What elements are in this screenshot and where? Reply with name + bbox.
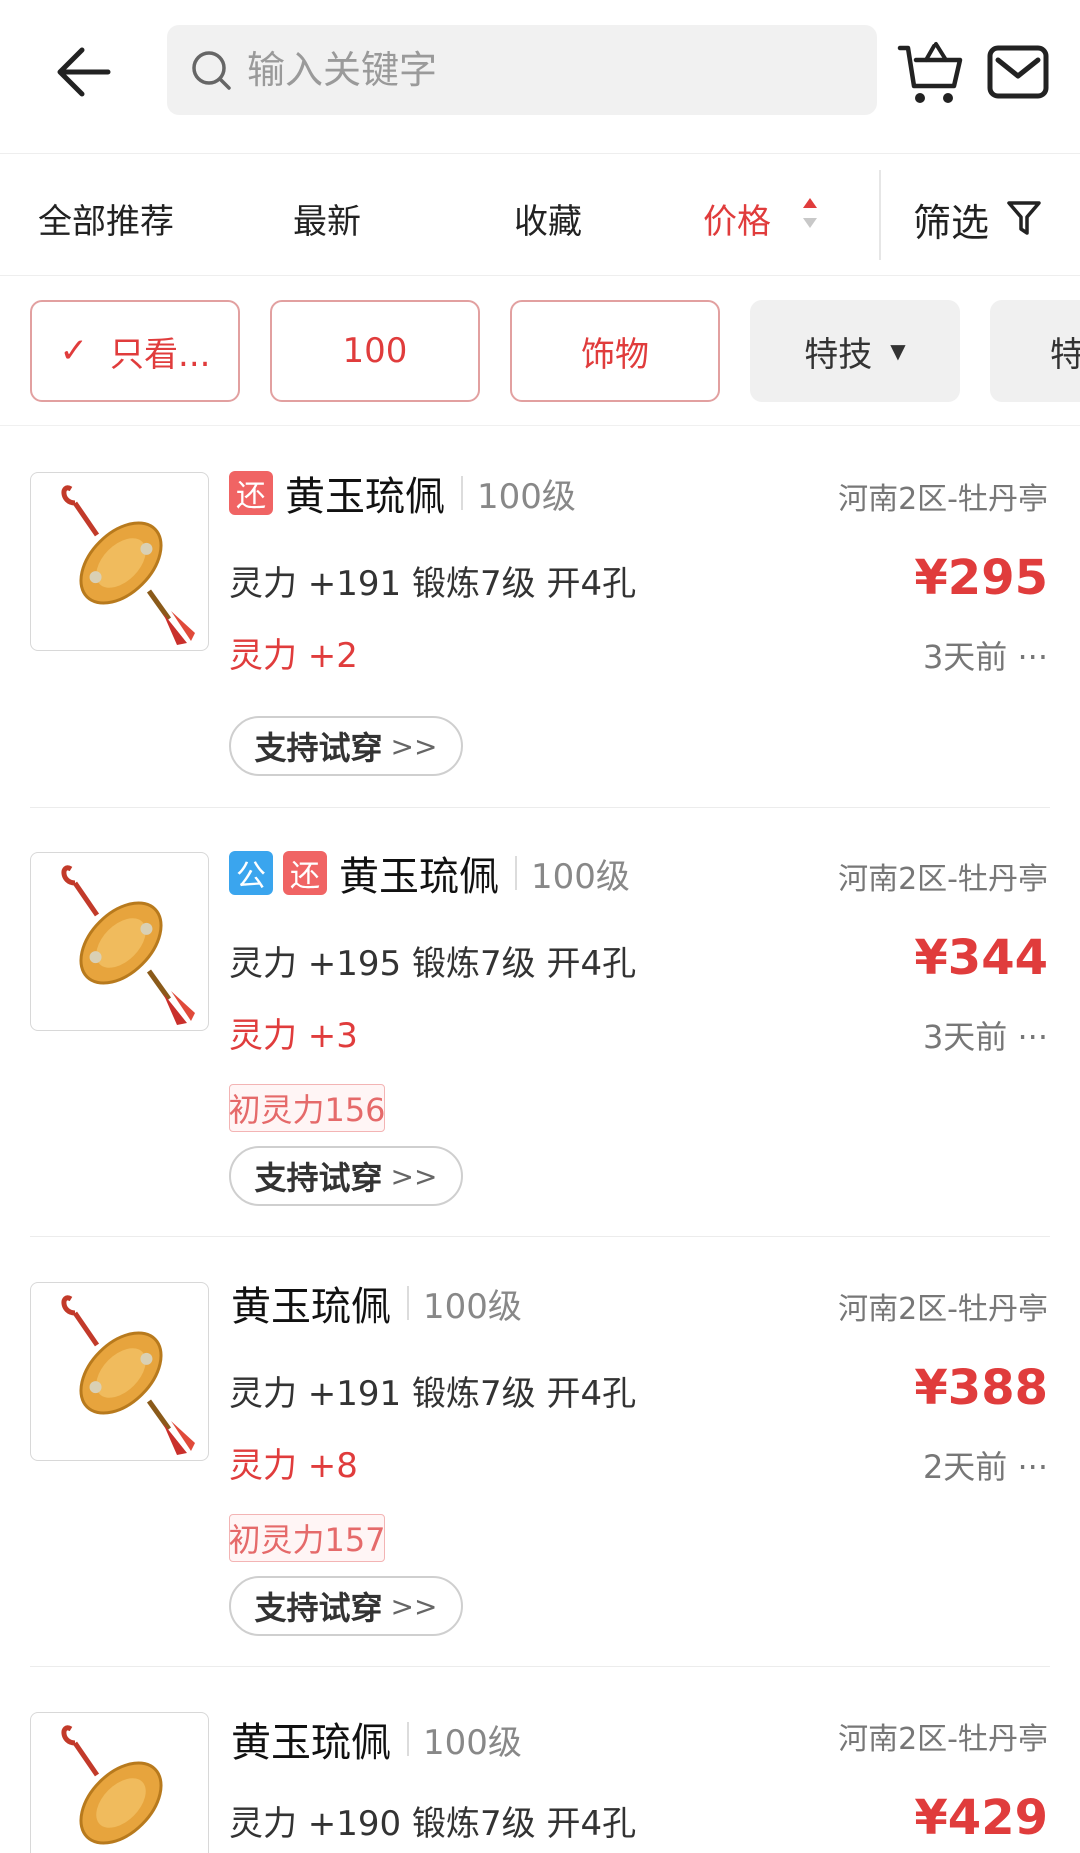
- divider: [407, 1722, 409, 1756]
- item-name: 黄玉琉佩: [285, 474, 445, 520]
- chip-label: 特技: [804, 334, 873, 375]
- divider: [30, 1236, 1050, 1237]
- quick-filter-chips: ✓ 只看... 100 饰物 特技 ▼ 特: [0, 276, 1080, 426]
- item-name: 黄玉琉佩: [231, 1284, 391, 1330]
- divider: [879, 170, 881, 260]
- item-name: 黄玉琉佩: [339, 854, 499, 900]
- item-price: ¥429: [914, 1790, 1048, 1846]
- try-on-label: 支持试穿: [254, 729, 383, 767]
- sort-bar: 全部推荐 最新 收藏 价格 筛选: [0, 154, 1080, 276]
- divider: [461, 476, 463, 510]
- item-server: 河南2区-牡丹亭: [838, 1292, 1048, 1327]
- chip-accessory[interactable]: 饰物: [510, 300, 720, 402]
- listing-item[interactable]: 还 黄玉琉佩 100级 河南2区-牡丹亭 灵力 +191 锻炼7级 开4孔 ¥2…: [0, 471, 1080, 808]
- item-server: 河南2区-牡丹亭: [838, 862, 1048, 897]
- item-thumbnail[interactable]: [30, 852, 209, 1031]
- tag-return: 还: [283, 851, 327, 895]
- chip-label: 饰物: [581, 334, 649, 375]
- cart-button[interactable]: [896, 40, 966, 108]
- tab-latest[interactable]: 最新: [293, 194, 361, 243]
- double-chevron-icon: >>: [390, 1589, 438, 1623]
- item-title-row: 公 还 黄玉琉佩 100级: [229, 846, 630, 900]
- listing-item[interactable]: 黄玉琉佩 100级 河南2区-牡丹亭 灵力 +191 锻炼7级 开4孔 ¥388…: [0, 1282, 1080, 1667]
- try-on-button[interactable]: 支持试穿 >>: [229, 716, 463, 776]
- item-price: ¥388: [914, 1360, 1048, 1416]
- search-bar[interactable]: [167, 25, 877, 115]
- item-thumbnail[interactable]: [30, 1282, 209, 1461]
- chip-only-view[interactable]: ✓ 只看...: [30, 300, 240, 402]
- sort-arrows-icon[interactable]: [800, 194, 820, 234]
- item-bonus: 灵力 +2: [229, 636, 358, 676]
- item-attributes: 灵力 +191 锻炼7级 开4孔: [229, 564, 637, 604]
- tab-all-recommended[interactable]: 全部推荐: [38, 194, 174, 243]
- try-on-label: 支持试穿: [254, 1159, 383, 1197]
- try-on-label: 支持试穿: [254, 1589, 383, 1627]
- check-icon: ✓: [59, 331, 89, 371]
- jade-pendant-image: [61, 485, 195, 645]
- back-arrow-icon: [57, 47, 111, 97]
- item-time-more[interactable]: 3天前 ···: [923, 1012, 1048, 1058]
- filter-button[interactable]: 筛选: [913, 192, 989, 247]
- divider: [30, 807, 1050, 808]
- item-bonus: 灵力 +8: [229, 1446, 358, 1486]
- item-level: 100级: [477, 476, 576, 517]
- item-thumbnail[interactable]: [30, 472, 209, 651]
- item-time-more[interactable]: 2天前 ···: [923, 1442, 1048, 1488]
- tab-price[interactable]: 价格: [703, 194, 771, 243]
- cart-icon: [897, 42, 963, 103]
- item-bonus: 灵力 +3: [229, 1016, 358, 1056]
- filter-funnel-icon[interactable]: [1006, 199, 1042, 237]
- item-attributes: 灵力 +190 锻炼7级 开4孔: [229, 1804, 637, 1844]
- chip-label: 100: [342, 331, 408, 371]
- item-thumbnail[interactable]: [30, 1712, 209, 1853]
- back-button[interactable]: [48, 36, 120, 108]
- item-title-row: 还 黄玉琉佩 100级: [229, 466, 576, 520]
- item-level: 100级: [531, 856, 630, 897]
- mail-icon: [987, 45, 1049, 99]
- item-level: 100级: [423, 1286, 522, 1327]
- item-server: 河南2区-牡丹亭: [838, 482, 1048, 517]
- item-title-row: 黄玉琉佩 100级: [229, 1276, 522, 1330]
- item-level: 100级: [423, 1722, 522, 1763]
- search-icon: [192, 51, 231, 90]
- listing-item[interactable]: 公 还 黄玉琉佩 100级 河南2区-牡丹亭 灵力 +195 锻炼7级 开4孔 …: [0, 851, 1080, 1237]
- chip-label: 只看...: [110, 334, 211, 375]
- mail-button[interactable]: [986, 44, 1050, 100]
- caret-down-icon: ▼: [890, 339, 906, 363]
- divider: [30, 1666, 1050, 1667]
- try-on-button[interactable]: 支持试穿 >>: [229, 1576, 463, 1636]
- double-chevron-icon: >>: [390, 1159, 438, 1193]
- item-price: ¥344: [914, 930, 1048, 986]
- initial-stat-tag: 初灵力157: [228, 1514, 386, 1562]
- chip-special-effect[interactable]: 特: [990, 300, 1080, 402]
- item-price: ¥295: [914, 550, 1048, 606]
- divider: [515, 856, 517, 890]
- item-title-row: 黄玉琉佩 100级: [229, 1712, 522, 1766]
- top-bar: [0, 0, 1080, 154]
- jade-pendant-image: [61, 1295, 195, 1455]
- initial-stat-tag: 初灵力156: [228, 1084, 386, 1132]
- try-on-button[interactable]: 支持试穿 >>: [229, 1146, 463, 1206]
- listing-item[interactable]: 黄玉琉佩 100级 河南2区-牡丹亭 灵力 +190 锻炼7级 开4孔 ¥429: [0, 1712, 1080, 1853]
- item-server: 河南2区-牡丹亭: [838, 1722, 1048, 1757]
- item-name: 黄玉琉佩: [231, 1720, 391, 1766]
- item-attributes: 灵力 +195 锻炼7级 开4孔: [229, 944, 637, 984]
- tag-return: 还: [229, 471, 273, 515]
- tab-favorites[interactable]: 收藏: [514, 194, 582, 243]
- divider: [407, 1286, 409, 1320]
- double-chevron-icon: >>: [390, 729, 438, 763]
- tag-public: 公: [229, 851, 273, 895]
- item-time-more[interactable]: 3天前 ···: [923, 632, 1048, 678]
- chip-level-100[interactable]: 100: [270, 300, 480, 402]
- search-input[interactable]: [247, 25, 847, 115]
- jade-pendant-image: [61, 865, 195, 1025]
- chip-special-skill[interactable]: 特技 ▼: [750, 300, 960, 402]
- jade-pendant-image: [61, 1725, 163, 1845]
- chip-label: 特: [1050, 327, 1080, 376]
- item-attributes: 灵力 +191 锻炼7级 开4孔: [229, 1374, 637, 1414]
